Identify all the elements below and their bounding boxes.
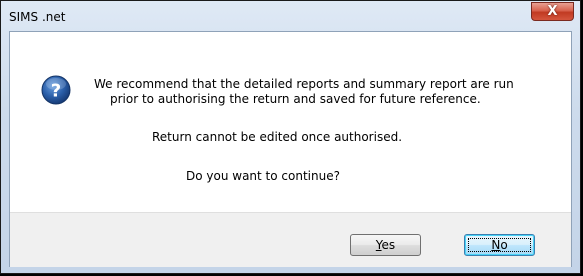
title-bar[interactable]: SIMS .net X	[1, 1, 580, 31]
no-button[interactable]: No	[464, 234, 535, 256]
window-title: SIMS .net	[9, 10, 66, 24]
question-mark-icon: ?	[41, 75, 71, 105]
close-button[interactable]: X	[531, 2, 574, 21]
message-line-2: prior to authorising the return and save…	[110, 92, 481, 106]
no-button-label: o	[500, 238, 508, 252]
message-line-3: Return cannot be edited once authorised.	[152, 130, 403, 144]
dialog-client-area: ? We recommend that the detailed reports…	[9, 31, 572, 267]
yes-button-label: es	[381, 238, 396, 252]
message-area: ? We recommend that the detailed reports…	[10, 32, 571, 212]
dialog-window: SIMS .net X ? We recommend that the deta…	[0, 0, 581, 274]
svg-text:?: ?	[51, 81, 61, 102]
message-line-4: Do you want to continue?	[186, 169, 340, 183]
no-button-accelerator: N	[491, 238, 501, 252]
button-bar: Yes No	[10, 212, 571, 267]
message-line-1: We recommend that the detailed reports a…	[94, 77, 514, 91]
yes-button[interactable]: Yes	[350, 234, 421, 256]
close-icon: X	[547, 4, 558, 19]
